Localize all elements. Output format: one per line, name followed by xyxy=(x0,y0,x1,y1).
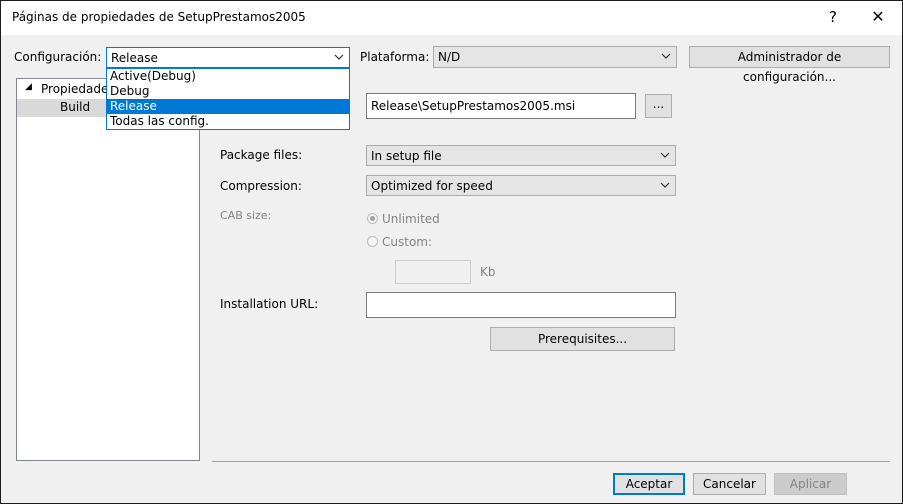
title-bar: Páginas de propiedades de SetupPrestamos… xyxy=(1,1,902,35)
chevron-down-icon xyxy=(334,54,344,60)
compression-value: Optimized for speed xyxy=(371,179,493,193)
footer-separator xyxy=(212,461,890,462)
cab-size-label: CAB size: xyxy=(220,209,272,222)
installation-url-input[interactable] xyxy=(366,292,676,318)
configuration-label: Configuración: xyxy=(14,50,102,64)
property-tree: ◢ Propiedades Build xyxy=(16,78,200,461)
package-files-label: Package files: xyxy=(220,148,303,162)
tree-item-properties-label: Propiedades xyxy=(41,82,115,96)
configuration-dropdown-list: Active(Debug) Debug Release Todas las co… xyxy=(106,68,350,130)
kb-unit-label: Kb xyxy=(480,265,496,279)
chevron-down-icon xyxy=(660,182,670,188)
configuration-manager-button[interactable]: Administrador de configuración... xyxy=(689,46,890,84)
platform-combobox[interactable]: N/D xyxy=(433,46,677,68)
window-title: Páginas de propiedades de SetupPrestamos… xyxy=(12,10,306,24)
browse-button[interactable]: ... xyxy=(645,94,672,118)
dropdown-option-all-configs[interactable]: Todas las config. xyxy=(107,114,349,129)
close-button[interactable]: ✕ xyxy=(863,4,893,30)
configuration-value: Release xyxy=(111,51,158,65)
unlimited-label: Unlimited xyxy=(382,212,440,226)
dropdown-option-active-debug[interactable]: Active(Debug) xyxy=(107,69,349,84)
help-button[interactable]: ? xyxy=(818,4,848,30)
output-file-value: Release\SetupPrestamos2005.msi xyxy=(371,99,576,113)
output-file-input[interactable]: Release\SetupPrestamos2005.msi xyxy=(366,93,636,119)
compression-combobox[interactable]: Optimized for speed xyxy=(366,175,676,196)
dropdown-option-release[interactable]: Release xyxy=(107,99,349,114)
custom-size-input[interactable] xyxy=(395,260,471,284)
ok-button[interactable]: Aceptar xyxy=(613,473,685,495)
chevron-down-icon xyxy=(660,152,670,158)
platform-value: N/D xyxy=(438,50,461,64)
cancel-button[interactable]: Cancelar xyxy=(693,473,766,495)
package-files-value: In setup file xyxy=(371,149,442,163)
installation-url-label: Installation URL: xyxy=(220,297,319,311)
chevron-down-icon xyxy=(661,53,671,59)
custom-label: Custom: xyxy=(382,235,433,249)
platform-label: Plataforma: xyxy=(360,50,430,64)
dialog-window: Páginas de propiedades de SetupPrestamos… xyxy=(0,0,903,504)
apply-button[interactable]: Aplicar xyxy=(774,473,847,495)
unlimited-radio[interactable] xyxy=(367,213,378,224)
dropdown-option-debug[interactable]: Debug xyxy=(107,84,349,99)
configuration-combobox[interactable]: Release xyxy=(106,47,350,68)
package-files-combobox[interactable]: In setup file xyxy=(366,145,676,166)
tree-item-build-label: Build xyxy=(60,100,91,114)
expand-icon[interactable]: ◢ xyxy=(25,82,32,92)
custom-radio[interactable] xyxy=(367,236,378,247)
compression-label: Compression: xyxy=(220,179,302,193)
prerequisites-button[interactable]: Prerequisites... xyxy=(490,327,675,351)
